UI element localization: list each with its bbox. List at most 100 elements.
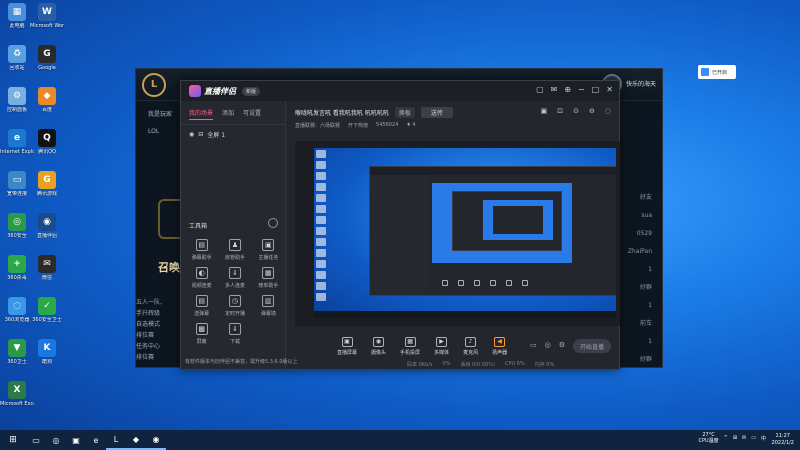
eye-icon[interactable]: ◉ xyxy=(189,131,194,138)
desktop-icon[interactable]: e Internet Explorer xyxy=(0,129,34,155)
lol-mode-item[interactable]: 任务中心 xyxy=(136,341,184,352)
lol-mode-item[interactable]: 排位赛 xyxy=(136,330,184,341)
taskbar-app-icon[interactable]: ◆ xyxy=(126,430,146,450)
window-control-icon[interactable]: ✕ xyxy=(606,85,613,94)
desktop-icon[interactable]: G 腾讯游戏 xyxy=(30,171,64,197)
stream-preview[interactable] xyxy=(295,141,620,326)
lol-friend-item[interactable]: 1 xyxy=(628,261,652,279)
tool-item[interactable]: ▩ 屏蔽 xyxy=(185,323,218,345)
room-action-icon[interactable]: ▣ xyxy=(541,107,548,115)
window-control-icon[interactable]: □ xyxy=(592,85,600,94)
taskbar-app-icon[interactable]: ▭ xyxy=(26,430,46,450)
tray-icon[interactable]: ▭ xyxy=(751,435,756,442)
desktop-icon[interactable]: ✓ 360安全卫士 xyxy=(30,297,64,323)
streaming-companion-window[interactable]: 直播伴侣 新版 ▢ ✉ ⊕ − □ ✕ 我的场景 添加 可设置 ◉ ⊟ 全屏 1 工具箱 ▤ 弹… xyxy=(180,80,620,370)
lol-logo-icon[interactable]: L xyxy=(142,72,166,97)
start-button[interactable]: ⊞ xyxy=(0,430,26,450)
tool-icon: ▤ xyxy=(195,295,208,307)
tool-item[interactable]: ◷ 定时开播 xyxy=(218,295,251,317)
room-tag[interactable]: 送传 xyxy=(420,107,453,118)
scene-item[interactable]: ◉ ⊟ 全屏 1 xyxy=(181,125,285,144)
desktop-icon[interactable]: G Google xyxy=(30,45,64,71)
tool-item[interactable]: ▥ 弹幕墙 xyxy=(252,295,285,317)
desktop-icon[interactable]: ◎ 360安全 xyxy=(0,213,34,239)
taskbar-app-icon[interactable]: ▣ xyxy=(66,430,86,450)
lol-mode-item[interactable]: 排位赛 xyxy=(136,352,184,363)
tool-icon: ▥ xyxy=(262,295,275,307)
source-button[interactable]: ▦ 手机投屏 xyxy=(400,336,420,356)
tool-item[interactable]: ♟ 房管助手 xyxy=(218,239,251,261)
scene-tab[interactable]: 可设置 xyxy=(243,108,261,120)
desktop-icon-label: 360浏览器 xyxy=(4,317,30,323)
desktop-icon[interactable]: W Microsoft Word 2010 xyxy=(30,3,64,29)
tool-item[interactable]: ▦ 榜单助手 xyxy=(252,267,285,289)
desktop-icon[interactable]: ✉ 微信 xyxy=(30,255,64,281)
tool-item[interactable]: ◐ 视频连麦 xyxy=(185,267,218,289)
tool-item[interactable]: ▣ 主播任务 xyxy=(252,239,285,261)
taskbar-app-icon[interactable]: e xyxy=(86,430,106,450)
control-icon[interactable]: ◎ xyxy=(545,341,551,349)
lol-friend-item[interactable]: 好群 xyxy=(628,279,652,297)
lol-friend-item[interactable]: 0529 xyxy=(628,225,652,243)
lol-friend-item[interactable]: ZhaiPan xyxy=(628,243,652,261)
control-icon[interactable]: ▭ xyxy=(530,341,537,349)
source-button[interactable]: ▶ 多媒体 xyxy=(434,336,449,356)
weather-text: CPU温度 xyxy=(698,438,719,444)
scene-tab[interactable]: 添加 xyxy=(222,108,234,120)
window-control-icon[interactable]: ⊕ xyxy=(564,85,571,94)
tray-icon[interactable]: 中 xyxy=(761,435,766,442)
lol-friend-item[interactable]: 1 xyxy=(628,297,652,315)
scene-tab[interactable]: 我的场景 xyxy=(189,108,214,120)
desktop-icon[interactable]: ▭ 宽带连接 xyxy=(0,171,34,197)
desktop-icon[interactable]: K 酷狗 xyxy=(30,339,64,365)
source-button[interactable]: ◉ 摄像头 xyxy=(371,336,386,356)
taskbar-app-icon[interactable]: L xyxy=(106,430,126,450)
source-button[interactable]: ◀ 扬声器 xyxy=(492,336,507,356)
room-action-icon[interactable]: ⊡ xyxy=(557,107,563,115)
room-action-icon[interactable]: ⊖ xyxy=(589,107,595,115)
tool-item[interactable]: ⇓ 多人连麦 xyxy=(218,267,251,289)
notification-popup[interactable]: 已开启 xyxy=(698,65,736,79)
room-action-icon[interactable]: ◌ xyxy=(605,107,611,115)
window-control-icon[interactable]: ✉ xyxy=(551,85,558,94)
desktop-icon[interactable]: ▦ 此电脑 xyxy=(0,3,34,29)
version-badge[interactable]: 新版 xyxy=(242,86,261,96)
room-action-icon[interactable]: ⊙ xyxy=(573,107,579,115)
lol-mode-item[interactable]: 五人一队, xyxy=(136,297,184,308)
taskbar-app-icon[interactable]: ◎ xyxy=(46,430,66,450)
tray-icon[interactable]: ✉ xyxy=(742,435,746,442)
desktop-icon[interactable]: Q 腾讯QQ xyxy=(30,129,64,155)
room-category-pill[interactable]: 换板 xyxy=(394,107,415,118)
window-control-icon[interactable]: − xyxy=(578,85,585,94)
tray-icon[interactable]: ^ xyxy=(724,435,728,442)
room-title[interactable]: 喉咙吼发言吼 看我吼我吼 吼吼吼吼 xyxy=(295,108,389,117)
desktop-icon[interactable]: ♻ 回收站 xyxy=(0,45,34,71)
taskbar-app-icon[interactable]: ◉ xyxy=(146,430,166,450)
tool-item[interactable]: ⇓ 下载 xyxy=(218,323,251,345)
lol-friend-item[interactable]: 好友 xyxy=(628,189,652,207)
lol-friend-item[interactable]: sua xyxy=(628,207,652,225)
window-control-icon[interactable]: ▢ xyxy=(536,85,544,94)
tray-icon[interactable]: ⊞ xyxy=(733,435,737,442)
source-button[interactable]: ▣ 直播屏幕 xyxy=(337,336,357,356)
source-button[interactable]: ♪ 麦克风 xyxy=(463,336,478,356)
start-live-button[interactable]: 开始直播 xyxy=(573,339,611,353)
upgrade-notice[interactable]: 有软件版本与旧伴侣不兼容，需升级5.3.6.0版以上 xyxy=(185,358,298,365)
weather-widget[interactable]: 27°C CPU温度 xyxy=(698,432,718,444)
source-icon: ◀ xyxy=(494,336,506,347)
control-icon[interactable]: ⚙ xyxy=(559,341,565,349)
taskbar-clock[interactable]: 11:27 2022/1/2 xyxy=(772,433,794,447)
desktop-icon[interactable]: ⚙ 控制面板 xyxy=(0,87,34,113)
desktop-icon[interactable]: ◉ 直播伴侣 xyxy=(30,213,64,239)
lol-mode-item[interactable]: 手升辉级 xyxy=(136,308,184,319)
tool-item[interactable]: ▤ 送弹幕 xyxy=(185,295,218,317)
toolbox-settings-icon[interactable] xyxy=(268,218,278,228)
desktop-icon[interactable]: ◌ 360浏览器 xyxy=(0,297,34,323)
desktop-icon[interactable]: ▼ 360卫士 xyxy=(0,339,34,365)
lol-mode-item[interactable]: 自选模式 xyxy=(136,319,184,330)
tool-item[interactable]: ▤ 弹幕助手 xyxy=(185,239,218,261)
desktop-icon[interactable]: +360杀毒 xyxy=(0,255,34,281)
desktop-icon[interactable]: X Microsoft Excel 2010 xyxy=(0,381,34,407)
desktop-icon[interactable]: ◆ 百度 xyxy=(30,87,64,113)
lock-icon[interactable]: ⊟ xyxy=(198,131,203,138)
